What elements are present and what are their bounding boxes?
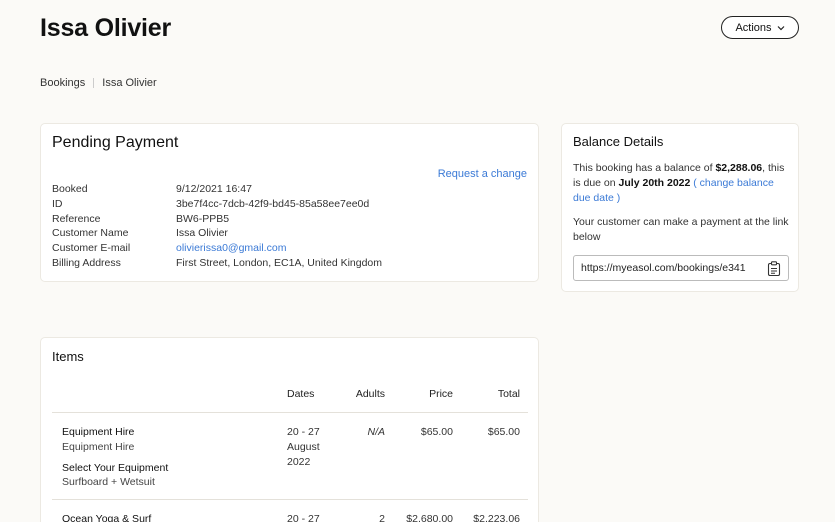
- detail-label: ID: [52, 197, 63, 210]
- clipboard-copy-icon[interactable]: [767, 261, 781, 276]
- balance-details-heading: Balance Details: [573, 134, 664, 149]
- item-dates: 20 - 27: [287, 513, 320, 522]
- breadcrumb-separator: [93, 78, 95, 88]
- col-header-dates: Dates: [287, 388, 315, 400]
- detail-label: Billing Address: [52, 256, 121, 269]
- detail-row-customer-email: Customer E-mail olivierissa0@gmail.com: [52, 241, 382, 256]
- page-title: Issa Olivier: [40, 14, 172, 42]
- item-name-cell: Ocean Yoga & Surf: [52, 512, 287, 522]
- item-total: $65.00: [487, 426, 520, 438]
- breadcrumb-current: Issa Olivier: [102, 77, 157, 89]
- item-dates: 20 - 27 August 2022: [287, 425, 337, 499]
- detail-label: Booked: [52, 183, 88, 195]
- col-header-price: Price: [429, 388, 453, 400]
- items-table: Dates Adults Price Total Equipment Hire …: [52, 376, 528, 522]
- customer-email-link[interactable]: olivierissa0@gmail.com: [176, 241, 286, 256]
- payment-url: https://myeasol.com/bookings/e341: [581, 262, 746, 274]
- detail-row-id: ID 3be7f4cc-7dcb-42f9-bd45-85a58ee7ee0d: [52, 197, 382, 212]
- detail-label: Reference: [52, 212, 101, 225]
- detail-row-billing-address: Billing Address First Street, London, EC…: [52, 256, 382, 271]
- item-dates-month: August: [287, 440, 320, 453]
- item-name: Equipment Hire: [62, 426, 135, 438]
- request-change-link[interactable]: Request a change: [438, 168, 527, 180]
- item-price: $65.00: [420, 426, 453, 438]
- item-dates-year: 2022: [287, 455, 311, 468]
- balance-text-pre: This booking has a balance of: [573, 162, 716, 174]
- actions-button[interactable]: Actions: [721, 16, 799, 39]
- payment-link-text: Your customer can make a payment at the …: [573, 216, 789, 243]
- item-total: $2,223.06: [473, 513, 520, 522]
- actions-label: Actions: [735, 21, 772, 34]
- pending-payment-heading: Pending Payment: [52, 134, 179, 151]
- balance-due-date: July 20th 2022: [618, 176, 691, 189]
- item-adults: 2: [379, 513, 385, 522]
- items-table-header: Dates Adults Price Total: [52, 376, 528, 413]
- booking-details: Booked 9/12/2021 16:47 ID 3be7f4cc-7dcb-…: [52, 182, 382, 271]
- detail-value: First Street, London, EC1A, United Kingd…: [176, 256, 383, 269]
- detail-value: 9/12/2021 16:47: [176, 183, 252, 195]
- detail-value: 3be7f4cc-7dcb-42f9-bd45-85a58ee7ee0d: [176, 197, 370, 210]
- item-adults: N/A: [367, 426, 385, 438]
- breadcrumb: Bookings Issa Olivier: [40, 77, 157, 89]
- item-option-label: Select Your Equipment: [62, 461, 169, 474]
- table-row: Ocean Yoga & Surf 20 - 27 2 $2,680.00 $2…: [52, 500, 528, 522]
- detail-value: Issa Olivier: [176, 227, 228, 240]
- item-dates-range: 20 - 27: [287, 426, 320, 438]
- item-name-cell: Equipment Hire Equipment Hire Select You…: [52, 425, 287, 499]
- chevron-down-icon: [777, 25, 784, 30]
- col-header-total: Total: [497, 388, 520, 400]
- breadcrumb-bookings[interactable]: Bookings: [40, 77, 85, 89]
- item-option-value: Surfboard + Wetsuit: [62, 476, 155, 489]
- table-row: Equipment Hire Equipment Hire Select You…: [52, 413, 528, 500]
- payment-url-field[interactable]: https://myeasol.com/bookings/e341: [573, 255, 789, 281]
- col-header-adults: Adults: [355, 388, 385, 400]
- detail-row-reference: Reference BW6-PPB5: [52, 212, 382, 227]
- detail-label: Customer E-mail: [52, 242, 131, 255]
- items-heading: Items: [52, 349, 84, 364]
- item-name: Ocean Yoga & Surf: [62, 513, 152, 522]
- pending-payment-card: Pending Payment Request a change Booked …: [40, 123, 539, 282]
- balance-summary: This booking has a balance of $2,288.06,…: [573, 161, 793, 205]
- item-subtitle: Equipment Hire: [62, 440, 135, 453]
- detail-row-booked: Booked 9/12/2021 16:47: [52, 182, 382, 197]
- balance-amount: $2,288.06: [715, 162, 763, 174]
- detail-value: BW6-PPB5: [176, 212, 230, 225]
- items-card: Items Dates Adults Price Total Equipment…: [40, 337, 539, 522]
- item-price: $2,680.00: [406, 513, 453, 522]
- detail-row-customer-name: Customer Name Issa Olivier: [52, 226, 382, 241]
- balance-details-card: Balance Details This booking has a balan…: [561, 123, 799, 292]
- detail-label: Customer Name: [52, 227, 129, 240]
